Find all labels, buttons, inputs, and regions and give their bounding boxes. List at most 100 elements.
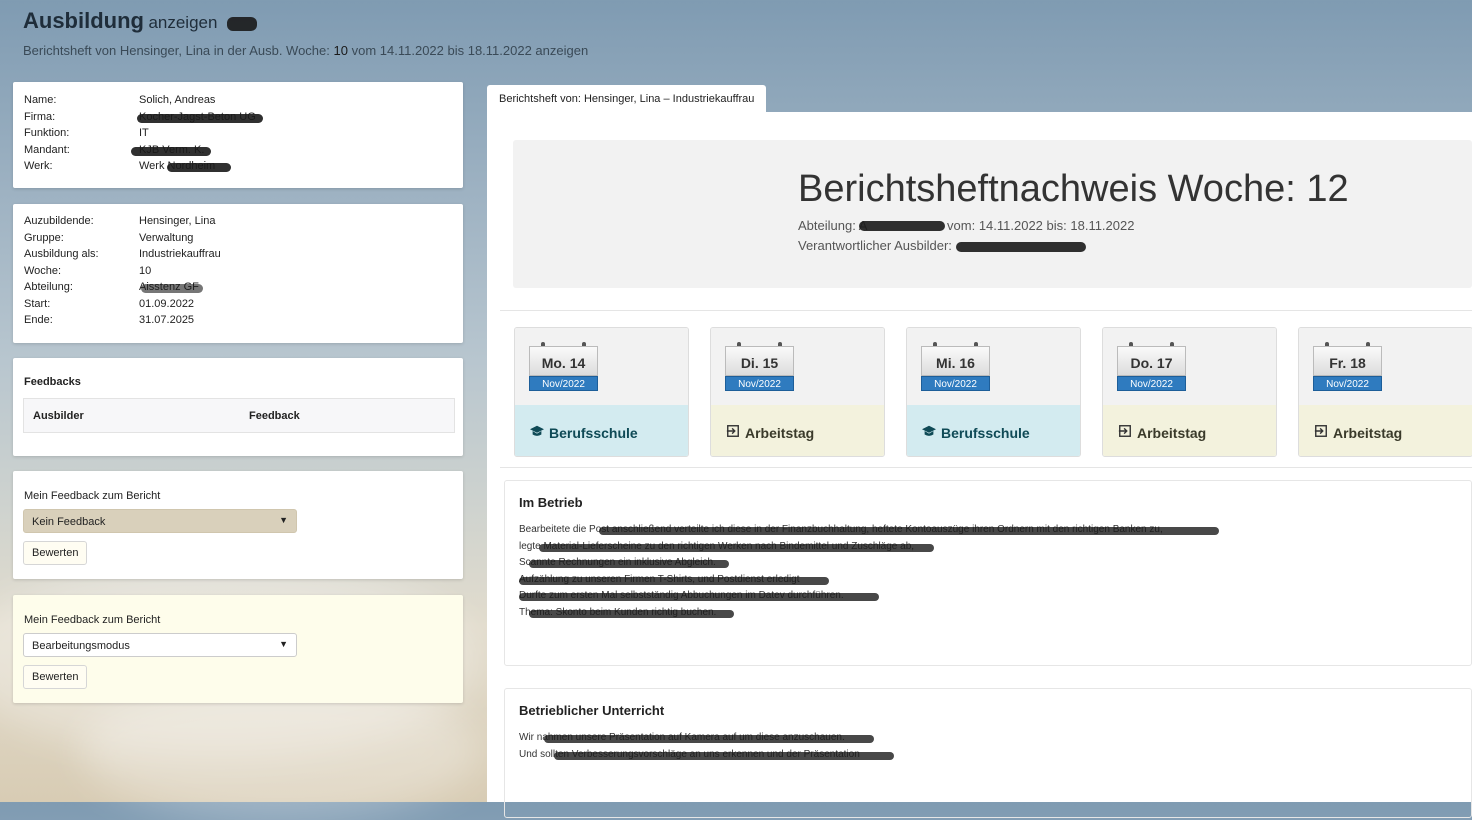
col-ausbilder: Ausbilder	[33, 410, 84, 422]
info-key: Mandant:	[24, 143, 70, 156]
feedback-mode-select[interactable]: Bearbeitungsmodus ▼	[23, 633, 297, 657]
calendar-month: Nov/2022	[725, 376, 794, 391]
section-im-betrieb: Im Betrieb Bearbeitete die Post anschlie…	[504, 480, 1472, 666]
col-feedback: Feedback	[249, 410, 300, 422]
ausbilder-info-list: Name: Solich, Andreas Firma: Kocher-Jagst-…	[24, 94, 263, 177]
info-key: Firma:	[24, 110, 56, 123]
info-value: IT	[139, 127, 149, 139]
feedbacks-table-header: Ausbilder Feedback	[23, 398, 455, 433]
info-row: Woche: 10	[24, 265, 221, 282]
report-header: Berichtsheftnachweis Woche: 12 Abteilung…	[513, 140, 1472, 288]
day-card-do[interactable]: Do. 17 Nov/2022 Arbeitstag	[1102, 327, 1277, 457]
divider	[500, 310, 1472, 311]
feedback-form-card: Mein Feedback zum Bericht Kein Feedback …	[13, 471, 463, 579]
page-title-suffix: anzeigen	[148, 13, 218, 32]
bewerten-button[interactable]: Bewerten	[23, 665, 88, 689]
info-row: Start: 01.09.2022	[24, 298, 221, 315]
feedback-select[interactable]: Kein Feedback ▼	[23, 509, 297, 533]
info-value: 01.09.2022	[139, 297, 195, 310]
page-id	[222, 13, 257, 32]
subtitle-suffix: vom 14.11.2022 bis 18.11.2022 anzeigen	[351, 43, 589, 58]
graduation-cap-icon	[922, 425, 936, 436]
info-row: Werk: Werk Nordheim	[24, 160, 256, 177]
info-row: Name: Solich, Andreas	[24, 94, 256, 111]
feedbacks-title: Feedbacks	[24, 376, 81, 388]
day-type-label: Arbeitstag	[745, 425, 815, 441]
subtitle-week: 10	[333, 43, 348, 58]
day-type: Arbeitstag	[711, 405, 884, 456]
info-value: Industriekauffrau	[139, 248, 221, 260]
report-line: legte Material-Lieferscheine zu den rich…	[519, 539, 1163, 556]
report-line: Wir nahmen unsere Präsentation auf Kamer…	[519, 730, 874, 747]
calendar-day: Mo. 14	[529, 346, 598, 376]
info-key: Woche:	[24, 264, 62, 277]
section-betrieblicher-unterricht: Betrieblicher Unterricht Wir nahmen unse…	[504, 688, 1472, 818]
calendar-icon: Di. 15 Nov/2022	[725, 342, 794, 391]
feedbacks-card: Feedbacks Ausbilder Feedback	[13, 358, 463, 456]
calendar-icon: Mo. 14 Nov/2022	[529, 342, 598, 391]
sign-in-icon	[1118, 425, 1131, 437]
day-card-mi[interactable]: Mi. 16 Nov/2022 Berufsschule	[906, 327, 1081, 457]
day-card-di[interactable]: Di. 15 Nov/2022 Arbeitstag	[710, 327, 885, 457]
divider	[500, 467, 1472, 468]
calendar-icon: Fr. 18 Nov/2022	[1313, 342, 1382, 391]
day-card-fr[interactable]: Fr. 18 Nov/2022 Arbeitstag	[1298, 327, 1472, 457]
page-title: Ausbildung	[23, 8, 144, 33]
tab-berichtsheft[interactable]: Berichtsheft von: Hensinger, Lina – Indu…	[487, 85, 767, 112]
info-value-redacted: Aisstenz GF	[139, 281, 203, 298]
info-key: Ende:	[24, 314, 53, 326]
info-value: 31.07.2025	[139, 314, 195, 326]
info-row: Abteilung: Aisstenz GF	[24, 281, 221, 298]
info-row: Funktion: IT	[24, 127, 256, 144]
bewerten-button[interactable]: Bewerten	[23, 541, 88, 565]
info-key: Gruppe:	[24, 231, 64, 244]
info-key: Name:	[24, 94, 57, 106]
day-type: Berufsschule	[515, 405, 688, 456]
info-value-redacted: Kocher-Jagst-Beton UG	[137, 111, 263, 128]
info-row: Firma: Kocher-Jagst-Beton UG	[24, 110, 263, 128]
report-abteilung-line: Abteilung: A vom: 14.11.2022 bis: 18.11.…	[798, 218, 1134, 233]
info-value-redacted: KJB Verm. K.	[131, 144, 211, 161]
azubi-info-list: Auzubildende: Hensinger, Lina Gruppe: Verw…	[24, 215, 221, 331]
calendar-month: Nov/2022	[529, 376, 598, 391]
calendar-day: Mi. 16	[921, 346, 990, 376]
report-dates: vom: 14.11.2022 bis: 18.11.2022	[947, 218, 1135, 233]
day-card-top: Fr. 18 Nov/2022	[1299, 328, 1472, 405]
report-line: Und sollten Verbesserungsvorschläge an u…	[519, 747, 894, 764]
feedback-form-label: Mein Feedback zum Bericht	[24, 490, 161, 502]
calendar-day: Do. 17	[1117, 346, 1186, 376]
info-value: Verwaltung	[139, 231, 194, 244]
day-type-label: Arbeitstag	[1333, 425, 1403, 441]
report-line: Bearbeitete die Post anschließend vertei…	[519, 522, 1219, 539]
info-key: Ausbildung als:	[24, 248, 99, 260]
day-type: Arbeitstag	[1299, 405, 1472, 456]
info-key: Funktion:	[24, 127, 70, 139]
info-row: Ausbildung als: Industriekauffrau	[24, 248, 221, 265]
report-line: Durfte zum ersten Mal selbstständig Abbu…	[519, 588, 1163, 605]
feedback-form-edit-card: Mein Feedback zum Bericht Bearbeitungsmo…	[13, 595, 463, 703]
report-title: Berichtsheftnachweis Woche: 12	[798, 168, 1349, 210]
calendar-month: Nov/2022	[921, 376, 990, 391]
graduation-cap-icon	[530, 425, 544, 436]
berichtsheft-panel: Berichtsheftnachweis Woche: 12 Abteilung…	[487, 112, 1472, 818]
select-value: Kein Feedback	[32, 516, 106, 528]
abteilung-label: Abteilung:	[798, 218, 856, 233]
day-type: Berufsschule	[907, 405, 1080, 456]
ausbilder-label: Verantwortlicher Ausbilder:	[798, 238, 952, 253]
page-subtitle: Berichtsheft von Hensinger, Lina in der …	[23, 43, 588, 58]
info-key: Auzubildende:	[24, 215, 94, 227]
day-card-top: Di. 15 Nov/2022	[711, 328, 884, 405]
info-key: Start:	[24, 297, 51, 310]
calendar-icon: Mi. 16 Nov/2022	[921, 342, 990, 391]
info-value: 10	[139, 264, 152, 277]
day-card-mo[interactable]: Mo. 14 Nov/2022 Berufsschule	[514, 327, 689, 457]
info-row: Ende: 31.07.2025	[24, 314, 221, 331]
day-card-top: Do. 17 Nov/2022	[1103, 328, 1276, 405]
section-body: Bearbeitete die Post anschließend vertei…	[519, 522, 1219, 621]
report-line: Aufzählung zu unseren Firmen T-Shirts, u…	[519, 572, 1163, 589]
info-row: Mandant: KJB Verm. K.	[24, 144, 256, 161]
info-value: Solich, Andreas	[139, 94, 216, 106]
azubi-info-card: Auzubildende: Hensinger, Lina Gruppe: Verw…	[13, 204, 463, 343]
day-card-top: Mi. 16 Nov/2022	[907, 328, 1080, 405]
chevron-down-icon: ▼	[279, 515, 288, 525]
